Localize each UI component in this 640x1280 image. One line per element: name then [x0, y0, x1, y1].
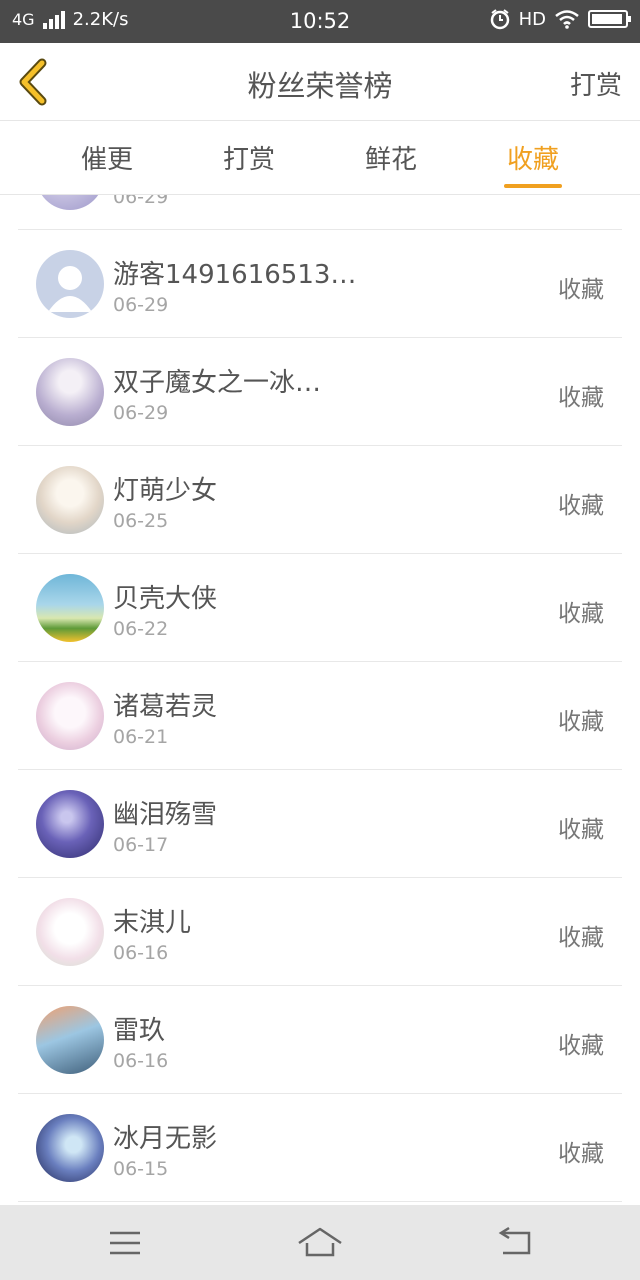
tab-label: 催更: [80, 145, 133, 175]
list-item[interactable]: 末淇儿 06-16 收藏: [18, 878, 622, 986]
list-item[interactable]: 雷玖 06-16 收藏: [18, 986, 622, 1094]
tab-flowers[interactable]: 鲜花: [331, 139, 451, 176]
list-item[interactable]: 诸葛若灵 06-21 收藏: [18, 662, 622, 770]
active-tab-indicator: [504, 184, 562, 188]
list-item-type: 收藏: [558, 277, 604, 303]
list-item-name: 末淇儿: [113, 908, 192, 938]
list-item-name: 贝壳大侠: [113, 584, 218, 614]
tab-urge[interactable]: 催更: [47, 139, 167, 176]
list-item-type: 收藏: [558, 1033, 604, 1059]
list-item[interactable]: 06-29: [18, 195, 622, 230]
home-button[interactable]: [290, 1223, 350, 1263]
tab-label: 收藏: [506, 145, 559, 175]
wifi-icon: [555, 10, 579, 29]
list-item-date: 06-22: [113, 618, 169, 640]
list-item-date: 06-25: [113, 510, 169, 532]
reward-button[interactable]: 打赏: [570, 65, 622, 102]
tab-label: 打赏: [222, 145, 275, 175]
list-item-name: 雷玖: [113, 1016, 166, 1046]
battery-icon: [588, 10, 631, 28]
page-title: 粉丝荣誉榜: [247, 69, 393, 103]
avatar: [36, 466, 104, 534]
list-item-name: 诸葛若灵: [113, 692, 218, 722]
list-item[interactable]: 灯萌少女 06-25 收藏: [18, 446, 622, 554]
list-item-type: 收藏: [558, 1141, 604, 1167]
back-nav-button[interactable]: [485, 1223, 545, 1263]
list-item[interactable]: 幽泪殇雪 06-17 收藏: [18, 770, 622, 878]
avatar: [36, 1114, 104, 1182]
hd-indicator: HD: [518, 8, 546, 30]
list-item[interactable]: 双子魔女之一冰… 06-29 收藏: [18, 338, 622, 446]
avatar: [36, 682, 104, 750]
avatar: [36, 1006, 104, 1074]
menu-button[interactable]: [95, 1223, 155, 1263]
alarm-icon: [490, 9, 509, 30]
avatar: [36, 250, 104, 318]
list-item[interactable]: 冰月无影 06-15 收藏: [18, 1094, 622, 1202]
list-item-date: 06-21: [113, 726, 169, 748]
list-item[interactable]: 贝壳大侠 06-22 收藏: [18, 554, 622, 662]
avatar: [36, 790, 104, 858]
menu-icon: [110, 1231, 140, 1255]
list-item-date: 06-29: [113, 402, 169, 424]
tab-reward[interactable]: 打赏: [189, 139, 309, 176]
list-item-type: 收藏: [558, 385, 604, 411]
status-right: HD: [489, 8, 631, 30]
tab-bar: 催更 打赏 鲜花 收藏: [0, 121, 640, 195]
list-item-date: 06-16: [113, 942, 169, 964]
list-item-name: 灯萌少女: [113, 476, 218, 506]
list-item-type: 收藏: [558, 925, 604, 951]
list-item-type: 收藏: [558, 601, 604, 627]
list-item-type: 收藏: [558, 493, 604, 519]
list-item-name: 冰月无影: [113, 1124, 218, 1154]
default-user-icon: [48, 266, 92, 312]
list-item-type: 收藏: [558, 817, 604, 843]
list-item-type: 收藏: [558, 709, 604, 735]
list-item[interactable]: 游客1491616513… 06-29 收藏: [18, 230, 622, 338]
status-bar: 4G 2.2K/s 10:52 HD: [0, 0, 640, 43]
list-item-date: 06-15: [113, 1158, 169, 1180]
list-item-name: 幽泪殇雪: [113, 800, 218, 830]
back-icon: [498, 1226, 531, 1255]
home-icon: [298, 1227, 342, 1257]
list-item-date: 06-16: [113, 1050, 169, 1072]
system-nav-bar: [0, 1205, 640, 1280]
tab-label: 鲜花: [364, 145, 417, 175]
battery-level: [592, 14, 623, 24]
list-item-date: 06-29: [113, 294, 169, 316]
list-item-name: 双子魔女之一冰…: [113, 368, 322, 398]
list-item-date: 06-17: [113, 834, 169, 856]
tab-collect[interactable]: 收藏: [473, 139, 593, 188]
page-header: 粉丝荣誉榜 打赏: [0, 43, 640, 121]
avatar: [36, 358, 104, 426]
avatar: [36, 195, 104, 210]
fan-list[interactable]: 06-29 游客1491616513… 06-29 收藏 双子魔女之一冰… 06…: [0, 195, 640, 1205]
avatar: [36, 898, 104, 966]
list-item-name: 游客1491616513…: [113, 260, 357, 290]
list-item-date: 06-29: [113, 195, 169, 208]
avatar: [36, 574, 104, 642]
